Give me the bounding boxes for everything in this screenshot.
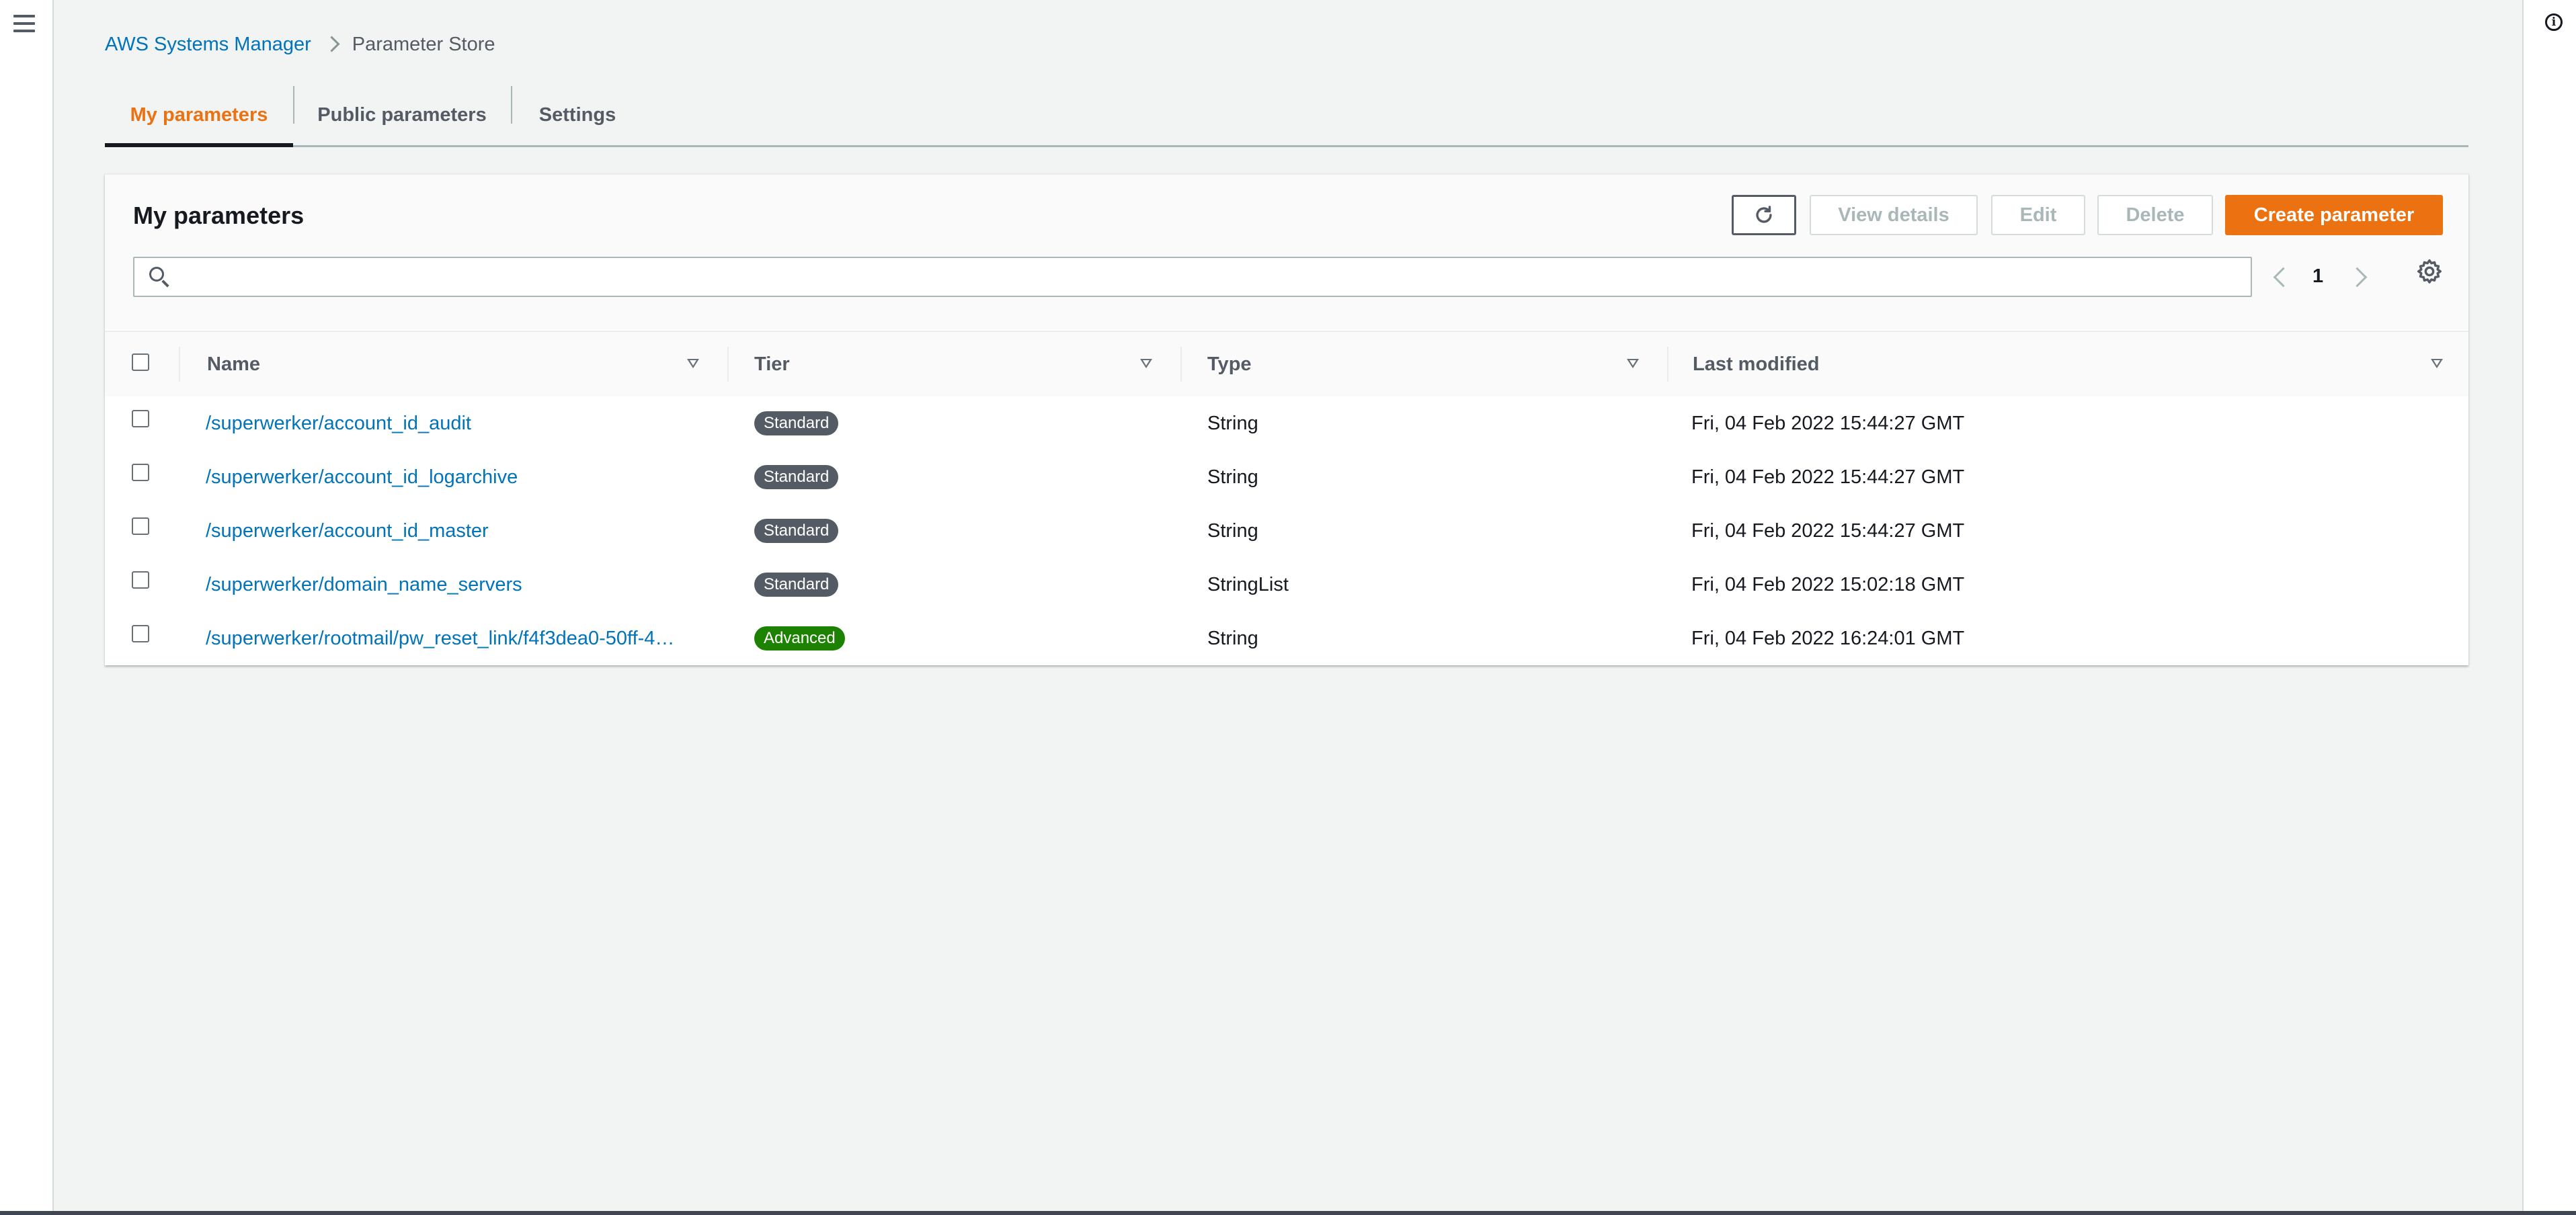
table-row: /superwerker/domain_name_servers Standar… [105, 558, 2468, 613]
breadcrumb-systems-manager[interactable]: AWS Systems Manager [105, 34, 311, 56]
table-row: /superwerker/account_id_logarchive Stand… [105, 450, 2468, 505]
right-help-rail: i [2522, 0, 2576, 1215]
row-checkbox[interactable] [132, 410, 149, 427]
chevron-right-icon [2347, 267, 2368, 288]
sort-icon[interactable] [687, 359, 699, 368]
menu-icon[interactable] [13, 15, 35, 35]
gear-icon [2417, 259, 2442, 284]
sort-icon[interactable] [1140, 359, 1152, 368]
parameter-name-link[interactable]: /superwerker/rootmail/pw_reset_link/f4f3… [206, 612, 676, 665]
row-checkbox[interactable] [132, 464, 149, 481]
column-divider [1180, 347, 1182, 382]
last-modified-cell: Fri, 04 Feb 2022 16:24:01 GMT [1691, 627, 1965, 649]
last-modified-cell: Fri, 04 Feb 2022 15:44:27 GMT [1691, 412, 1965, 434]
tier-badge: Standard [754, 519, 839, 543]
search-input[interactable] [182, 262, 2241, 293]
tier-badge: Standard [754, 465, 839, 489]
previous-page-button[interactable] [2271, 263, 2294, 290]
tab-bar: My parameters Public parameters Settings [105, 85, 2468, 147]
sort-icon[interactable] [2431, 359, 2443, 368]
parameter-name-link[interactable]: /superwerker/account_id_audit [206, 396, 676, 450]
tab-settings[interactable]: Settings [512, 85, 643, 145]
column-divider [179, 347, 180, 382]
type-cell: String [1207, 627, 1258, 649]
tier-cell: Standard [754, 558, 839, 612]
create-parameter-button[interactable]: Create parameter [2225, 195, 2443, 235]
breadcrumb: AWS Systems Manager Parameter Store [105, 34, 495, 56]
type-cell: String [1207, 412, 1258, 434]
last-modified-cell: Fri, 04 Feb 2022 15:44:27 GMT [1691, 519, 1965, 542]
type-cell: StringList [1207, 573, 1289, 595]
tier-badge: Advanced [754, 626, 845, 651]
table-row: /superwerker/account_id_audit Standard S… [105, 396, 2468, 452]
current-page-number[interactable]: 1 [2312, 259, 2323, 293]
last-modified-cell: Fri, 04 Feb 2022 15:02:18 GMT [1691, 573, 1965, 595]
type-cell: String [1207, 466, 1258, 488]
search-field [133, 257, 2252, 297]
column-header-last-modified[interactable]: Last modified [1693, 332, 1820, 396]
left-navigation-rail [0, 0, 54, 1215]
row-checkbox[interactable] [132, 625, 149, 642]
panel-header: My parameters View details Edit Delete C… [105, 175, 2468, 329]
breadcrumb-parameter-store: Parameter Store [352, 34, 495, 55]
column-divider [727, 347, 729, 382]
table-header: Name Tier Type Last modified [105, 331, 2468, 398]
column-header-name[interactable]: Name [207, 332, 260, 396]
bottom-divider [0, 1211, 2576, 1215]
row-checkbox[interactable] [132, 517, 149, 535]
parameters-panel: My parameters View details Edit Delete C… [105, 173, 2468, 665]
tab-public-parameters[interactable]: Public parameters [294, 85, 510, 145]
edit-button[interactable]: Edit [1991, 195, 2085, 235]
parameter-name-link[interactable]: /superwerker/domain_name_servers [206, 558, 676, 612]
column-header-tier[interactable]: Tier [754, 332, 790, 396]
parameter-name-link[interactable]: /superwerker/account_id_logarchive [206, 450, 676, 504]
tier-badge: Standard [754, 411, 839, 435]
tier-cell: Standard [754, 450, 839, 504]
last-modified-cell: Fri, 04 Feb 2022 15:44:27 GMT [1691, 466, 1965, 488]
table-row: /superwerker/account_id_master Standard … [105, 504, 2468, 559]
search-icon [149, 267, 164, 282]
tier-badge: Standard [754, 573, 839, 597]
info-icon[interactable]: i [2545, 13, 2563, 31]
tab-my-parameters[interactable]: My parameters [105, 85, 293, 147]
column-header-type[interactable]: Type [1207, 332, 1252, 396]
type-cell: String [1207, 519, 1258, 542]
refresh-icon [1756, 206, 1772, 223]
chevron-right-icon [323, 36, 340, 52]
view-details-button[interactable]: View details [1810, 195, 1978, 235]
table-preferences-button[interactable] [2412, 255, 2447, 290]
tier-cell: Standard [754, 396, 839, 450]
sort-icon[interactable] [1627, 359, 1639, 368]
table-row: /superwerker/rootmail/pw_reset_link/f4f3… [105, 612, 2468, 665]
delete-button[interactable]: Delete [2097, 195, 2213, 235]
column-divider [1667, 347, 1668, 382]
refresh-button[interactable] [1732, 195, 1796, 235]
next-page-button[interactable] [2347, 263, 2370, 290]
select-all-checkbox[interactable] [132, 353, 149, 371]
parameter-name-link[interactable]: /superwerker/account_id_master [206, 504, 676, 558]
tier-cell: Advanced [754, 612, 845, 665]
panel-title: My parameters [133, 202, 305, 229]
tier-cell: Standard [754, 504, 839, 558]
chevron-left-icon [2273, 267, 2294, 288]
row-checkbox[interactable] [132, 571, 149, 589]
